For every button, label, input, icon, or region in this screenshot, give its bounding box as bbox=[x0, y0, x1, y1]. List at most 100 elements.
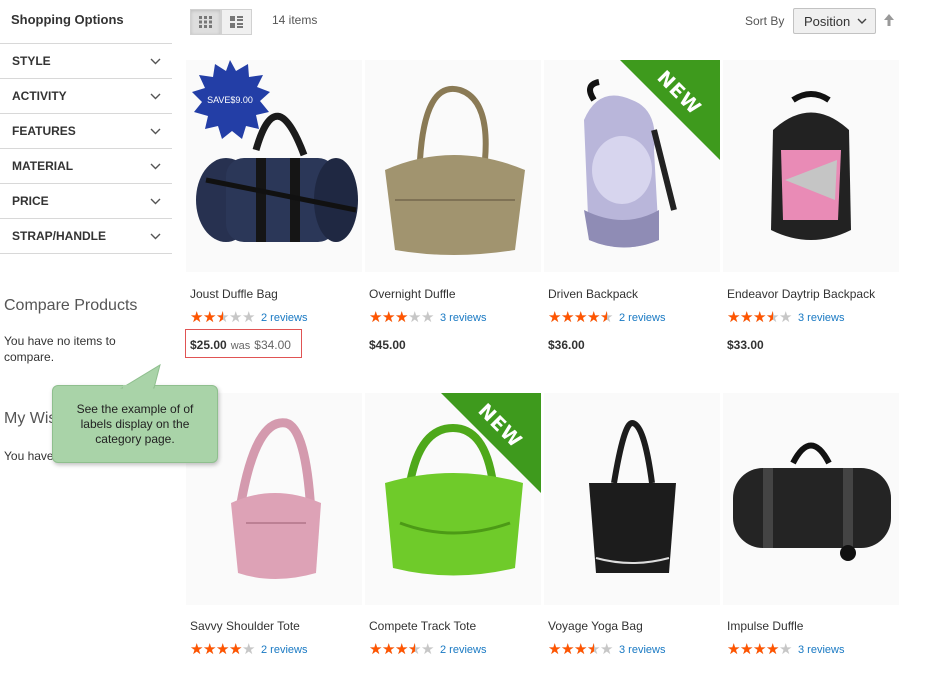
star-icon: ★★ bbox=[369, 641, 383, 658]
star-icon: ★★ bbox=[727, 309, 741, 326]
product-image[interactable] bbox=[723, 60, 899, 272]
star-icon: ★★ bbox=[574, 641, 588, 658]
wishlist-title: My Wis bbox=[4, 410, 57, 427]
star-icon: ★★ bbox=[421, 641, 435, 658]
grid-icon bbox=[198, 16, 212, 28]
callout-note: See the example of of labels display on … bbox=[52, 385, 218, 463]
chevron-down-icon bbox=[149, 90, 161, 102]
reviews-link[interactable]: 2 reviews bbox=[261, 644, 307, 656]
chevron-down-icon bbox=[149, 125, 161, 137]
rating-stars: ★★★★★★★★★★ bbox=[190, 310, 255, 325]
rating-stars: ★★★★★★★★★★ bbox=[190, 642, 255, 657]
new-ribbon: NEW bbox=[441, 393, 541, 493]
star-icon: ★★ bbox=[395, 641, 409, 658]
star-icon: ★★ bbox=[779, 641, 793, 658]
product-rating: ★★★★★★★★★★ 2 reviews bbox=[369, 642, 486, 657]
star-icon: ★★ bbox=[561, 641, 575, 658]
sort-by-select[interactable]: Position bbox=[793, 8, 876, 34]
list-icon bbox=[230, 16, 243, 28]
star-icon: ★★ bbox=[587, 309, 601, 326]
product-rating: ★★★★★★★★★★ 2 reviews bbox=[190, 310, 307, 325]
final-price: $36.00 bbox=[548, 338, 585, 352]
shopping-options-title: Shopping Options bbox=[0, 0, 172, 44]
star-icon: ★★ bbox=[216, 641, 230, 658]
star-icon: ★★ bbox=[766, 309, 780, 326]
product-name[interactable]: Endeavor Daytrip Backpack bbox=[727, 287, 875, 301]
reviews-link[interactable]: 2 reviews bbox=[261, 312, 307, 324]
star-icon: ★★ bbox=[408, 641, 422, 658]
product-name[interactable]: Compete Track Tote bbox=[369, 619, 476, 633]
star-icon: ★★ bbox=[548, 641, 562, 658]
star-icon: ★★ bbox=[779, 309, 793, 326]
callout-pointer bbox=[120, 363, 161, 389]
product-rating: ★★★★★★★★★★ 3 reviews bbox=[369, 310, 486, 325]
product-image[interactable] bbox=[544, 393, 720, 605]
product-name[interactable]: Driven Backpack bbox=[548, 287, 638, 301]
chevron-down-icon bbox=[149, 195, 161, 207]
final-price: $33.00 bbox=[727, 338, 764, 352]
reviews-link[interactable]: 3 reviews bbox=[798, 312, 844, 324]
product-image[interactable]: SAVE$9.00 bbox=[186, 60, 362, 272]
sidebar: Shopping Options STYLE ACTIVITY FEATURES… bbox=[0, 0, 172, 254]
new-ribbon: NEW bbox=[620, 60, 720, 160]
star-icon: ★★ bbox=[766, 641, 780, 658]
filter-style[interactable]: STYLE bbox=[0, 44, 172, 79]
product-name[interactable]: Impulse Duffle bbox=[727, 619, 803, 633]
star-icon: ★★ bbox=[600, 641, 614, 658]
product-name[interactable]: Overnight Duffle bbox=[369, 287, 456, 301]
filter-label: STYLE bbox=[12, 54, 51, 68]
rating-stars: ★★★★★★★★★★ bbox=[548, 642, 613, 657]
reviews-link[interactable]: 2 reviews bbox=[440, 644, 486, 656]
chevron-down-icon bbox=[149, 160, 161, 172]
rating-stars: ★★★★★★★★★★ bbox=[548, 310, 613, 325]
filter-label: PRICE bbox=[12, 194, 49, 208]
filter-activity[interactable]: ACTIVITY bbox=[0, 79, 172, 114]
reviews-link[interactable]: 2 reviews bbox=[619, 312, 665, 324]
filter-material[interactable]: MATERIAL bbox=[0, 149, 172, 184]
star-icon: ★★ bbox=[753, 309, 767, 326]
star-icon: ★★ bbox=[753, 641, 767, 658]
product-name[interactable]: Voyage Yoga Bag bbox=[548, 619, 643, 633]
rating-stars: ★★★★★★★★★★ bbox=[727, 642, 792, 657]
product-name[interactable]: Joust Duffle Bag bbox=[190, 287, 278, 301]
save-badge: SAVE$9.00 bbox=[192, 60, 270, 139]
product-image[interactable] bbox=[365, 60, 541, 272]
star-icon: ★★ bbox=[229, 309, 243, 326]
product-name[interactable]: Savvy Shoulder Tote bbox=[190, 619, 300, 633]
filter-strap-handle[interactable]: STRAP/HANDLE bbox=[0, 219, 172, 254]
star-icon: ★★ bbox=[190, 641, 204, 658]
grid-mode-button[interactable] bbox=[190, 9, 221, 35]
sort-by-label: Sort By bbox=[745, 14, 785, 28]
filter-label: MATERIAL bbox=[12, 159, 74, 173]
product-rating: ★★★★★★★★★★ 3 reviews bbox=[727, 642, 844, 657]
sort-direction-arrow-icon[interactable] bbox=[884, 14, 894, 26]
final-price: $25.00 bbox=[190, 338, 227, 352]
reviews-link[interactable]: 3 reviews bbox=[440, 312, 486, 324]
filter-label: STRAP/HANDLE bbox=[12, 229, 107, 243]
star-icon: ★★ bbox=[216, 309, 230, 326]
filter-label: ACTIVITY bbox=[12, 89, 67, 103]
reviews-link[interactable]: 3 reviews bbox=[619, 644, 665, 656]
star-icon: ★★ bbox=[203, 641, 217, 658]
compare-products-title: Compare Products bbox=[4, 297, 138, 314]
toolbar-amount: 14 items bbox=[272, 13, 318, 27]
product-rating: ★★★★★★★★★★ 3 reviews bbox=[727, 310, 844, 325]
chevron-down-icon bbox=[149, 230, 161, 242]
product-image[interactable] bbox=[723, 393, 899, 605]
filter-features[interactable]: FEATURES bbox=[0, 114, 172, 149]
product-image[interactable]: NEW bbox=[544, 60, 720, 272]
sort-by-value: Position bbox=[804, 13, 851, 29]
list-mode-button[interactable] bbox=[221, 9, 252, 35]
star-icon: ★★ bbox=[382, 641, 396, 658]
star-icon: ★★ bbox=[727, 641, 741, 658]
filter-price[interactable]: PRICE bbox=[0, 184, 172, 219]
star-icon: ★★ bbox=[421, 309, 435, 326]
star-icon: ★★ bbox=[574, 309, 588, 326]
star-icon: ★★ bbox=[242, 641, 256, 658]
reviews-link[interactable]: 3 reviews bbox=[798, 644, 844, 656]
star-icon: ★★ bbox=[229, 641, 243, 658]
compare-empty-text: You have no items to compare. bbox=[4, 334, 116, 364]
toolbar: 14 items Sort By Position bbox=[190, 8, 902, 38]
star-icon: ★★ bbox=[740, 309, 754, 326]
product-image[interactable]: NEW bbox=[365, 393, 541, 605]
